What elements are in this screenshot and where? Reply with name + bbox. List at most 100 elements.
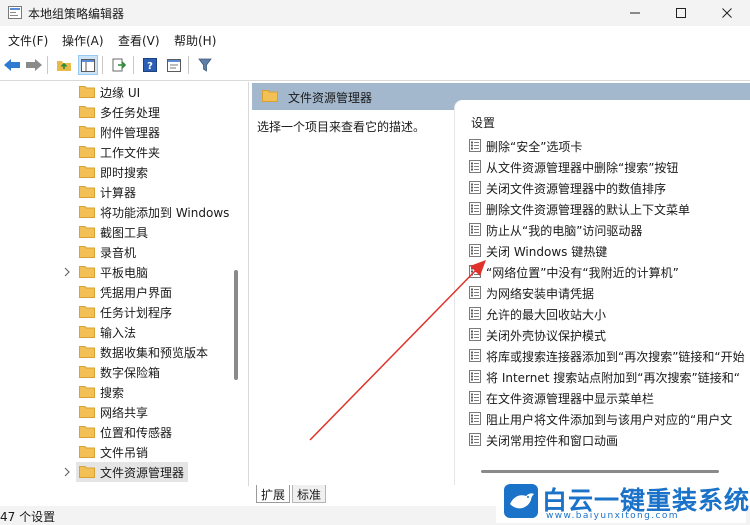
folder-icon: [79, 286, 95, 298]
setting-label: 防止从“我的电脑”访问驱动器: [486, 224, 643, 238]
setting-row[interactable]: 从文件资源管理器中删除“搜索”按钮: [455, 156, 750, 177]
maximize-button[interactable]: [658, 0, 704, 26]
tree-item[interactable]: 附件管理器: [0, 122, 232, 142]
close-icon: [722, 8, 732, 18]
policy-setting-icon: [469, 139, 481, 152]
tree-item-label: 数据收集和预览版本: [100, 346, 209, 360]
folder-icon: [79, 406, 95, 418]
setting-row[interactable]: 删除文件资源管理器的默认上下文菜单: [455, 198, 750, 219]
tree-item-label: 多任务处理: [100, 106, 161, 120]
tree-item-label: 文件吊销: [100, 446, 149, 460]
horizontal-scrollbar[interactable]: [481, 470, 719, 473]
tree-item[interactable]: 截图工具: [0, 222, 232, 242]
setting-label: 关闭文件资源管理器中的数值排序: [486, 182, 667, 196]
description-text: 选择一个项目来查看它的描述。: [257, 120, 426, 134]
tree-item[interactable]: 输入法: [0, 322, 232, 342]
up-folder-button[interactable]: [54, 55, 74, 75]
setting-row[interactable]: 阻止用户将文件添加到与该用户对应的“用户文: [455, 408, 750, 429]
setting-label: 删除“安全”选项卡: [486, 140, 583, 154]
menu-file[interactable]: 文件(F): [8, 32, 48, 49]
tree-item-label: 边缘 UI: [100, 86, 141, 100]
setting-label: 关闭外壳协议保护模式: [486, 329, 607, 343]
folder-icon: [79, 386, 95, 398]
tree-item[interactable]: 任务计划程序: [0, 302, 232, 322]
setting-row[interactable]: 防止从“我的电脑”访问驱动器: [455, 219, 750, 240]
setting-row[interactable]: 删除“安全”选项卡: [455, 135, 750, 156]
help-button[interactable]: ?: [140, 55, 160, 75]
tree-item-label: 输入法: [100, 326, 137, 340]
tree-item[interactable]: 数字保险箱: [0, 362, 232, 382]
watermark: 白云一键重装系统 www.baiyunxitong.com: [496, 479, 749, 523]
setting-row[interactable]: 为网络安装申请凭据: [455, 282, 750, 303]
setting-row[interactable]: 将库或搜索连接器添加到“再次搜索”链接和“开始: [455, 345, 750, 366]
tree-item[interactable]: 位置和传感器: [0, 422, 232, 442]
details-header-title: 文件资源管理器: [288, 91, 373, 105]
tree-item-label: 文件资源管理器: [100, 466, 185, 480]
tree-item[interactable]: 搜索: [0, 382, 232, 402]
setting-row[interactable]: 在文件资源管理器中显示菜单栏: [455, 387, 750, 408]
forward-button[interactable]: [24, 55, 44, 75]
setting-row[interactable]: 关闭文件资源管理器中的数值排序: [455, 177, 750, 198]
policy-setting-icon: [469, 244, 481, 257]
setting-label: “网络位置”中没有“我附近的计算机”: [486, 266, 679, 280]
tree-item[interactable]: 凭据用户界面: [0, 282, 232, 302]
setting-row[interactable]: 允许的最大回收站大小: [455, 303, 750, 324]
tree-item[interactable]: 边缘 UI: [0, 82, 232, 102]
toolbar-separator: [188, 56, 189, 74]
menu-view[interactable]: 查看(V): [118, 32, 160, 49]
toolbar-separator: [133, 56, 134, 74]
setting-row[interactable]: 关闭外壳协议保护模式: [455, 324, 750, 345]
tree-item-label: 位置和传感器: [100, 426, 173, 440]
column-header-settings[interactable]: 设置: [471, 114, 495, 131]
folder-icon: [79, 246, 95, 258]
setting-row[interactable]: 关闭常用控件和窗口动画: [455, 429, 750, 450]
tree-item[interactable]: 工作文件夹: [0, 142, 232, 162]
folder-icon: [79, 86, 95, 98]
bird-logo-icon: [504, 484, 538, 518]
back-button[interactable]: [2, 55, 22, 75]
tree-item[interactable]: 平板电脑: [0, 262, 232, 282]
tree-item-label: 凭据用户界面: [100, 286, 173, 300]
folder-icon: [79, 166, 95, 178]
minimize-button[interactable]: [612, 0, 658, 26]
folder-icon: [262, 90, 278, 102]
tab-extended[interactable]: 扩展: [256, 485, 291, 503]
menu-help[interactable]: 帮助(H): [174, 32, 216, 49]
tree-item[interactable]: 网络共享: [0, 402, 232, 422]
filter-button[interactable]: [195, 55, 215, 75]
tree-item[interactable]: 即时搜索: [0, 162, 232, 182]
show-tree-button[interactable]: [78, 55, 98, 75]
tree-item[interactable]: 计算器: [0, 182, 232, 202]
setting-row[interactable]: “网络位置”中没有“我附近的计算机”: [455, 261, 750, 282]
tree-item[interactable]: 多任务处理: [0, 102, 232, 122]
setting-row[interactable]: 将 Internet 搜索站点附加到“再次搜索”链接和“: [455, 366, 750, 387]
menu-action[interactable]: 操作(A): [62, 32, 104, 49]
tree-pane: 边缘 UI 多任务处理 附件管理器 工作文件夹 即时搜索 计算器 将功能添加到 …: [0, 82, 232, 485]
properties-button[interactable]: [164, 55, 184, 75]
tab-standard[interactable]: 标准: [292, 485, 327, 503]
tree-item[interactable]: 将功能添加到 Windows: [0, 202, 232, 222]
chevron-right-icon[interactable]: [62, 267, 72, 277]
setting-row[interactable]: 关闭 Windows 键热键: [455, 240, 750, 261]
tree-scrollbar[interactable]: [234, 270, 238, 380]
policy-setting-icon: [469, 265, 481, 278]
export-button[interactable]: [109, 55, 129, 75]
policy-setting-icon: [469, 181, 481, 194]
setting-label: 关闭 Windows 键热键: [486, 245, 608, 259]
policy-setting-icon: [469, 286, 481, 299]
pane-splitter[interactable]: [248, 82, 249, 486]
policy-setting-icon: [469, 223, 481, 236]
tree-item[interactable]: 文件吊销: [0, 442, 232, 462]
tree-item[interactable]: 录音机: [0, 242, 232, 262]
folder-icon: [79, 426, 95, 438]
chevron-right-icon[interactable]: [62, 467, 72, 477]
tree-item-selected[interactable]: 文件资源管理器: [0, 462, 232, 482]
tree-item-label: 将功能添加到 Windows: [100, 206, 230, 220]
up-folder-icon: [57, 61, 71, 71]
policy-setting-icon: [469, 412, 481, 425]
menu-bar: 文件(F) 操作(A) 查看(V) 帮助(H): [0, 28, 750, 50]
tree-item[interactable]: 数据收集和预览版本: [0, 342, 232, 362]
close-button[interactable]: [704, 0, 750, 26]
setting-label: 将 Internet 搜索站点附加到“再次搜索”链接和“: [486, 371, 740, 385]
toolbar-separator: [47, 56, 48, 74]
